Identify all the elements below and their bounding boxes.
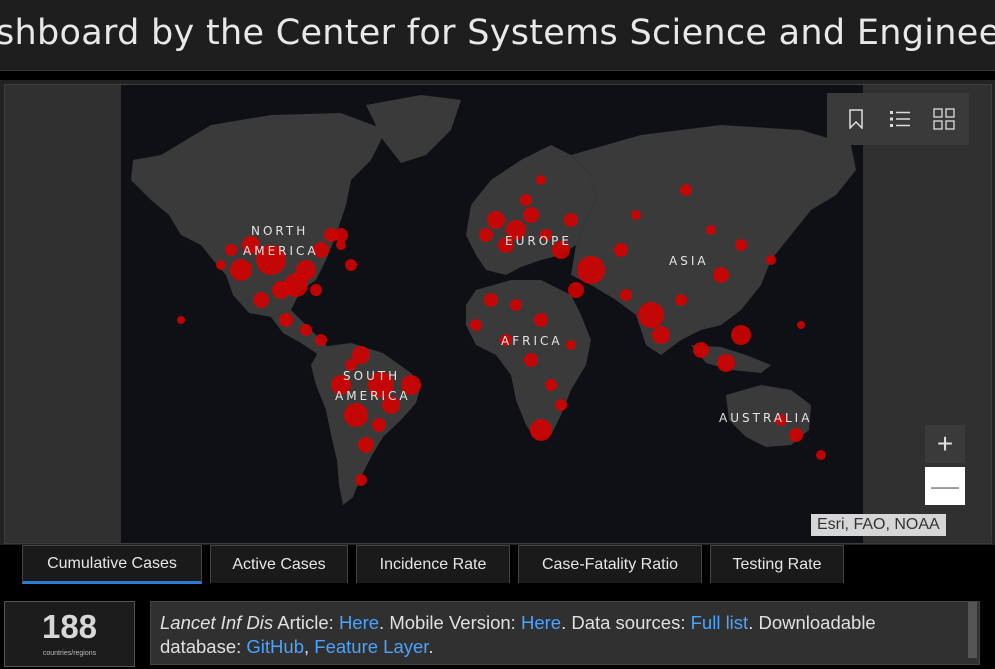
info-article-text: Article: bbox=[273, 612, 339, 633]
zoom-in-button[interactable]: + bbox=[925, 425, 965, 463]
link-article-here[interactable]: Here bbox=[339, 612, 379, 633]
countries-count-label: countries/regions bbox=[42, 650, 97, 657]
info-scrollbar[interactable] bbox=[968, 602, 977, 658]
map-tab-bar: Cumulative Cases Active Cases Incidence … bbox=[0, 545, 995, 590]
info-end: . bbox=[428, 636, 434, 657]
info-panel: Lancet Inf Dis Article: Here. Mobile Ver… bbox=[150, 601, 980, 665]
tab-testing-rate[interactable]: Testing Rate bbox=[710, 545, 844, 583]
map-view[interactable]: NORTH AMERICA EUROPE ASIA AFRICA SOUTH A… bbox=[4, 84, 992, 544]
app-header: shboard by the Center for Systems Scienc… bbox=[0, 0, 995, 71]
link-mobile-here[interactable]: Here bbox=[521, 612, 561, 633]
info-text: Lancet Inf Dis Article: Here. Mobile Ver… bbox=[160, 611, 962, 659]
tab-case-fatality-ratio[interactable]: Case-Fatality Ratio bbox=[518, 545, 702, 583]
map-toolbar bbox=[827, 93, 969, 145]
zoom-out-button[interactable]: — bbox=[925, 467, 965, 505]
basemap-gallery-icon bbox=[933, 108, 955, 130]
map-attribution: Esri, FAO, NOAA bbox=[811, 514, 946, 536]
bookmark-button[interactable] bbox=[839, 103, 873, 135]
info-sources-text: . Data sources: bbox=[561, 612, 691, 633]
link-github[interactable]: GitHub bbox=[246, 636, 304, 657]
map-label-north-america-1: NORTH bbox=[251, 224, 308, 238]
map-label-australia: AUSTRALIA bbox=[719, 411, 812, 425]
link-feature-layer[interactable]: Feature Layer bbox=[314, 636, 428, 657]
info-comma: , bbox=[303, 636, 315, 657]
basemap-gallery-button[interactable] bbox=[927, 103, 961, 135]
link-full-list[interactable]: Full list bbox=[691, 612, 749, 633]
bookmark-icon bbox=[849, 109, 863, 129]
map-label-south-america-1: SOUTH bbox=[343, 369, 400, 383]
map-label-asia: ASIA bbox=[669, 254, 709, 268]
countries-count-panel: 188 countries/regions bbox=[4, 601, 135, 667]
tab-active-cases[interactable]: Active Cases bbox=[210, 545, 348, 583]
page-title: shboard by the Center for Systems Scienc… bbox=[0, 13, 995, 53]
tab-cumulative-cases[interactable]: Cumulative Cases bbox=[22, 545, 202, 584]
tab-incidence-rate[interactable]: Incidence Rate bbox=[356, 545, 510, 583]
legend-list-icon bbox=[890, 111, 910, 127]
world-map[interactable]: NORTH AMERICA EUROPE ASIA AFRICA SOUTH A… bbox=[121, 85, 863, 543]
countries-count: 188 bbox=[41, 608, 98, 645]
legend-button[interactable] bbox=[883, 103, 917, 135]
info-mobile-text: . Mobile Version: bbox=[379, 612, 521, 633]
map-panel: NORTH AMERICA EUROPE ASIA AFRICA SOUTH A… bbox=[0, 80, 995, 545]
map-label-europe: EUROPE bbox=[505, 234, 572, 248]
article-title: Lancet Inf Dis bbox=[160, 612, 274, 633]
map-label-north-america-2: AMERICA bbox=[243, 244, 319, 258]
map-label-africa: AFRICA bbox=[501, 334, 563, 348]
map-label-south-america-2: AMERICA bbox=[335, 389, 411, 403]
